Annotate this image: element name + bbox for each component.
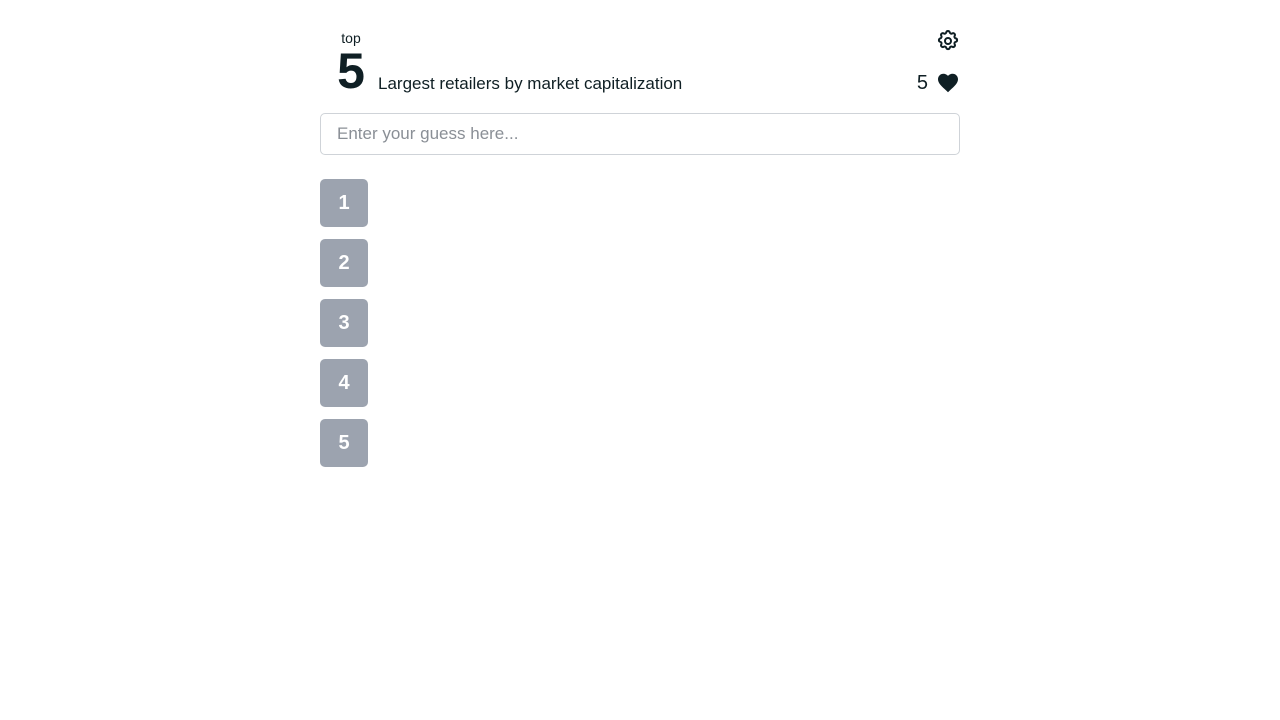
answer-slot-4: 4 (320, 359, 368, 407)
lives-count: 5 (916, 72, 928, 94)
page-title: Largest retailers by market capitalizati… (378, 74, 683, 93)
answer-slot-3: 3 (320, 299, 368, 347)
header: top 5 Largest retailers by market capita… (320, 0, 960, 113)
answer-slot-1: 1 (320, 179, 368, 227)
guess-input[interactable] (320, 113, 960, 155)
app-container: top 5 Largest retailers by market capita… (320, 0, 960, 720)
settings-button[interactable] (936, 29, 960, 53)
heart-icon (938, 73, 958, 93)
logo-number: 5 (337, 43, 365, 99)
logo: top 5 (328, 30, 374, 96)
answer-slot-5: 5 (320, 419, 368, 467)
lives-indicator: 5 (917, 71, 960, 95)
gear-icon (937, 30, 959, 51)
answer-slots: 1 2 3 4 5 (320, 179, 368, 479)
answer-slot-2: 2 (320, 239, 368, 287)
